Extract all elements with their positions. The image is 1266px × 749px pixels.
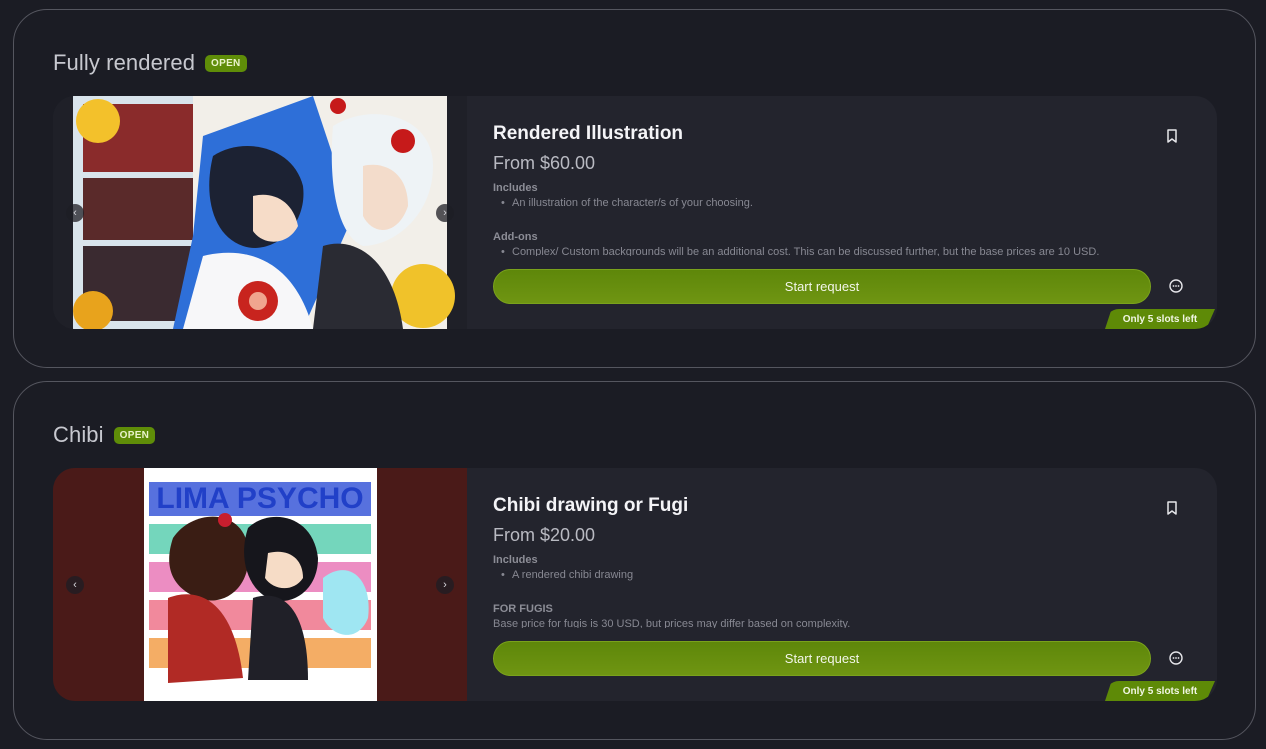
card-info: Rendered Illustration From $60.00 Includ… — [493, 96, 1217, 329]
status-badge: OPEN — [205, 54, 247, 72]
chat-icon[interactable] — [1168, 278, 1184, 294]
image-carousel[interactable]: ‹ › — [53, 96, 467, 329]
chevron-left-icon[interactable]: ‹ — [66, 576, 84, 594]
card-description: Includes An illustration of the characte… — [493, 182, 1133, 256]
slots-badge: Only 5 slots left — [1105, 681, 1215, 701]
fugis-heading: FOR FUGIS — [493, 603, 553, 615]
includes-item: An illustration of the character/s of yo… — [501, 197, 1133, 209]
chevron-left-icon[interactable]: ‹ — [66, 204, 84, 222]
addons-heading: Add-ons — [493, 231, 538, 243]
slots-badge: Only 5 slots left — [1105, 309, 1215, 329]
commission-card: LIMA PSYCHO ‹ › Chibi drawing or Fugi Fr… — [53, 468, 1217, 701]
start-request-button[interactable]: Start request — [493, 641, 1151, 676]
section-chibi: Chibi OPEN LIMA PSYCHO ‹ › Chibi drawing… — [13, 381, 1256, 740]
commission-card: ‹ › Rendered Illustration From $60.00 In… — [53, 96, 1217, 329]
includes-heading: Includes — [493, 182, 538, 194]
section-header: Chibi OPEN — [53, 422, 156, 448]
chevron-right-icon[interactable]: › — [436, 576, 454, 594]
artwork-image — [73, 96, 455, 329]
chat-icon[interactable] — [1168, 650, 1184, 666]
addons-item: Complex/ Custom backgrounds will be an a… — [501, 246, 1133, 256]
fugis-text: Base price for fugis is 30 USD, but pric… — [493, 618, 851, 628]
artwork-text: LIMA PSYCHO — [156, 482, 363, 515]
image-carousel[interactable]: LIMA PSYCHO ‹ › — [53, 468, 467, 701]
start-request-button[interactable]: Start request — [493, 269, 1151, 304]
chevron-right-icon[interactable]: › — [436, 204, 454, 222]
card-info: Chibi drawing or Fugi From $20.00 Includ… — [493, 468, 1217, 701]
section-fully-rendered: Fully rendered OPEN ‹ › Rendered Illustr… — [13, 9, 1256, 368]
card-price: From $20.00 — [493, 525, 596, 545]
status-badge: OPEN — [113, 426, 156, 444]
section-header: Fully rendered OPEN — [53, 50, 247, 76]
card-description: Includes A rendered chibi drawing FOR FU… — [493, 554, 1133, 628]
bookmark-icon[interactable] — [1165, 500, 1179, 516]
includes-item: A rendered chibi drawing — [501, 569, 1133, 581]
section-title: Chibi — [53, 422, 104, 447]
section-title: Fully rendered — [53, 50, 196, 75]
card-price: From $60.00 — [493, 153, 596, 173]
card-title: Rendered Illustration — [493, 123, 684, 144]
bookmark-icon[interactable] — [1165, 128, 1179, 144]
card-title: Chibi drawing or Fugi — [493, 495, 689, 516]
artwork-image: LIMA PSYCHO — [144, 468, 377, 701]
includes-heading: Includes — [493, 554, 538, 566]
